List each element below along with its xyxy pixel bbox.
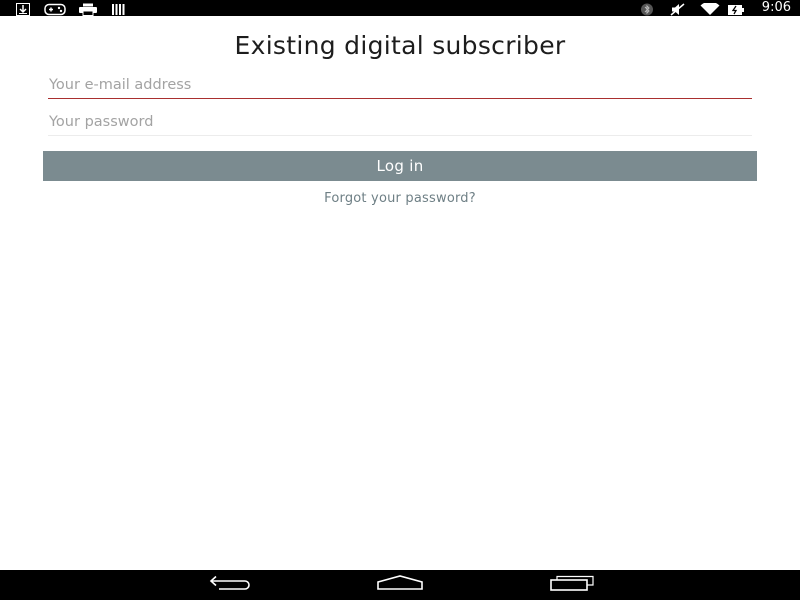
home-button[interactable] <box>370 573 430 597</box>
home-icon <box>376 575 424 595</box>
forgot-password-link[interactable]: Forgot your password? <box>0 191 800 206</box>
navigation-bar <box>0 570 800 600</box>
status-time: 9:06 <box>761 0 791 15</box>
recents-icon <box>549 575 595 595</box>
password-field[interactable] <box>48 108 752 136</box>
email-field[interactable] <box>48 71 752 99</box>
page-title: Existing digital subscriber <box>234 31 566 60</box>
back-button[interactable] <box>198 573 258 597</box>
status-bar: 9:06 <box>0 0 800 16</box>
password-input[interactable] <box>48 108 752 135</box>
login-form: Existing digital subscriber Log in Forgo… <box>0 16 800 570</box>
recents-button[interactable] <box>542 573 602 597</box>
email-input[interactable] <box>48 71 752 98</box>
login-button[interactable]: Log in <box>43 151 757 181</box>
back-icon <box>205 575 251 595</box>
